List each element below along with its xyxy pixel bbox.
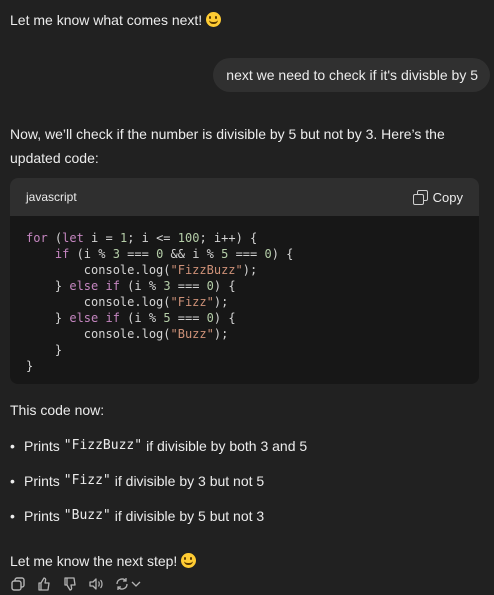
read-aloud-icon: [89, 578, 103, 590]
bullet-prefix: Prints: [24, 472, 60, 489]
bullet-suffix: if divisible by 5 but not 3: [114, 507, 265, 524]
assistant-closing: Let me know the next step!: [10, 553, 197, 569]
bullet-prefix: Prints: [24, 437, 60, 454]
user-message-bubble: next we need to check if it's divisble b…: [213, 58, 490, 92]
bullet-icon: •: [10, 507, 15, 524]
code-line: }: [26, 343, 63, 357]
list-item: • Prints "Fizz" if divisible by 3 but no…: [10, 463, 480, 498]
user-message-text: next we need to check if it's divisble b…: [226, 67, 478, 83]
code-line: if (i % 3 === 0 && i % 5 === 0) {: [54, 247, 294, 261]
bullet-icon: •: [10, 437, 15, 454]
closing-text: Let me know the next step!: [10, 553, 178, 569]
copy-label: Copy: [432, 189, 463, 205]
list-item: • Prints "FizzBuzz" if divisible by both…: [10, 428, 480, 463]
message-actions: [10, 576, 144, 592]
code-line: } else if (i % 5 === 0) {: [26, 311, 236, 325]
bullet-suffix: if divisible by both 3 and 5: [146, 437, 308, 454]
code-summary-intro: This code now:: [10, 402, 105, 418]
code-content: for (let i = 1; i <= 100; i++) { if (i %…: [10, 216, 479, 384]
regenerate-button[interactable]: [114, 576, 144, 592]
bullet-code: "Fizz": [63, 473, 111, 488]
code-block: javascript Copy for (let i = 1; i <= 100…: [10, 178, 479, 384]
smile-emoji-icon: [181, 553, 197, 568]
assistant-paragraph: Now, we’ll check if the number is divisi…: [10, 126, 445, 166]
thumbs-down-icon: [64, 577, 76, 591]
code-line: }: [26, 359, 34, 373]
bullet-prefix: Prints: [24, 507, 60, 524]
bullet-icon: •: [10, 472, 15, 489]
code-line: console.log("Fizz");: [26, 295, 229, 309]
code-header: javascript Copy: [10, 178, 479, 216]
copy-code-button[interactable]: Copy: [412, 189, 463, 205]
thumbs-up-icon: [38, 577, 50, 591]
assistant-intro-text: Let me know what comes next!: [10, 12, 203, 28]
bullet-code: "FizzBuzz": [63, 438, 143, 453]
copy-icon: [412, 190, 428, 205]
thumbs-up-button[interactable]: [36, 576, 52, 592]
code-line: console.log("Buzz");: [26, 327, 229, 341]
chevron-down-icon: [131, 581, 141, 587]
code-line: } else if (i % 3 === 0) {: [26, 279, 236, 293]
read-aloud-button[interactable]: [88, 576, 104, 592]
copy-message-button[interactable]: [10, 576, 26, 592]
regenerate-icon: [116, 578, 128, 590]
smile-emoji-icon: [206, 12, 222, 27]
bullet-code: "Buzz": [63, 508, 111, 523]
assistant-message-intro: Let me know what comes next!: [10, 12, 222, 28]
code-line: for (let i = 1; i <= 100; i++) {: [26, 231, 258, 245]
summary-list: • Prints "FizzBuzz" if divisible by both…: [10, 428, 480, 533]
list-item: • Prints "Buzz" if divisible by 5 but no…: [10, 498, 480, 533]
thumbs-down-button[interactable]: [62, 576, 78, 592]
code-line: console.log("FizzBuzz");: [26, 263, 258, 277]
copy-icon: [11, 577, 25, 591]
bullet-suffix: if divisible by 3 but not 5: [114, 472, 265, 489]
code-language-label: javascript: [26, 190, 77, 204]
